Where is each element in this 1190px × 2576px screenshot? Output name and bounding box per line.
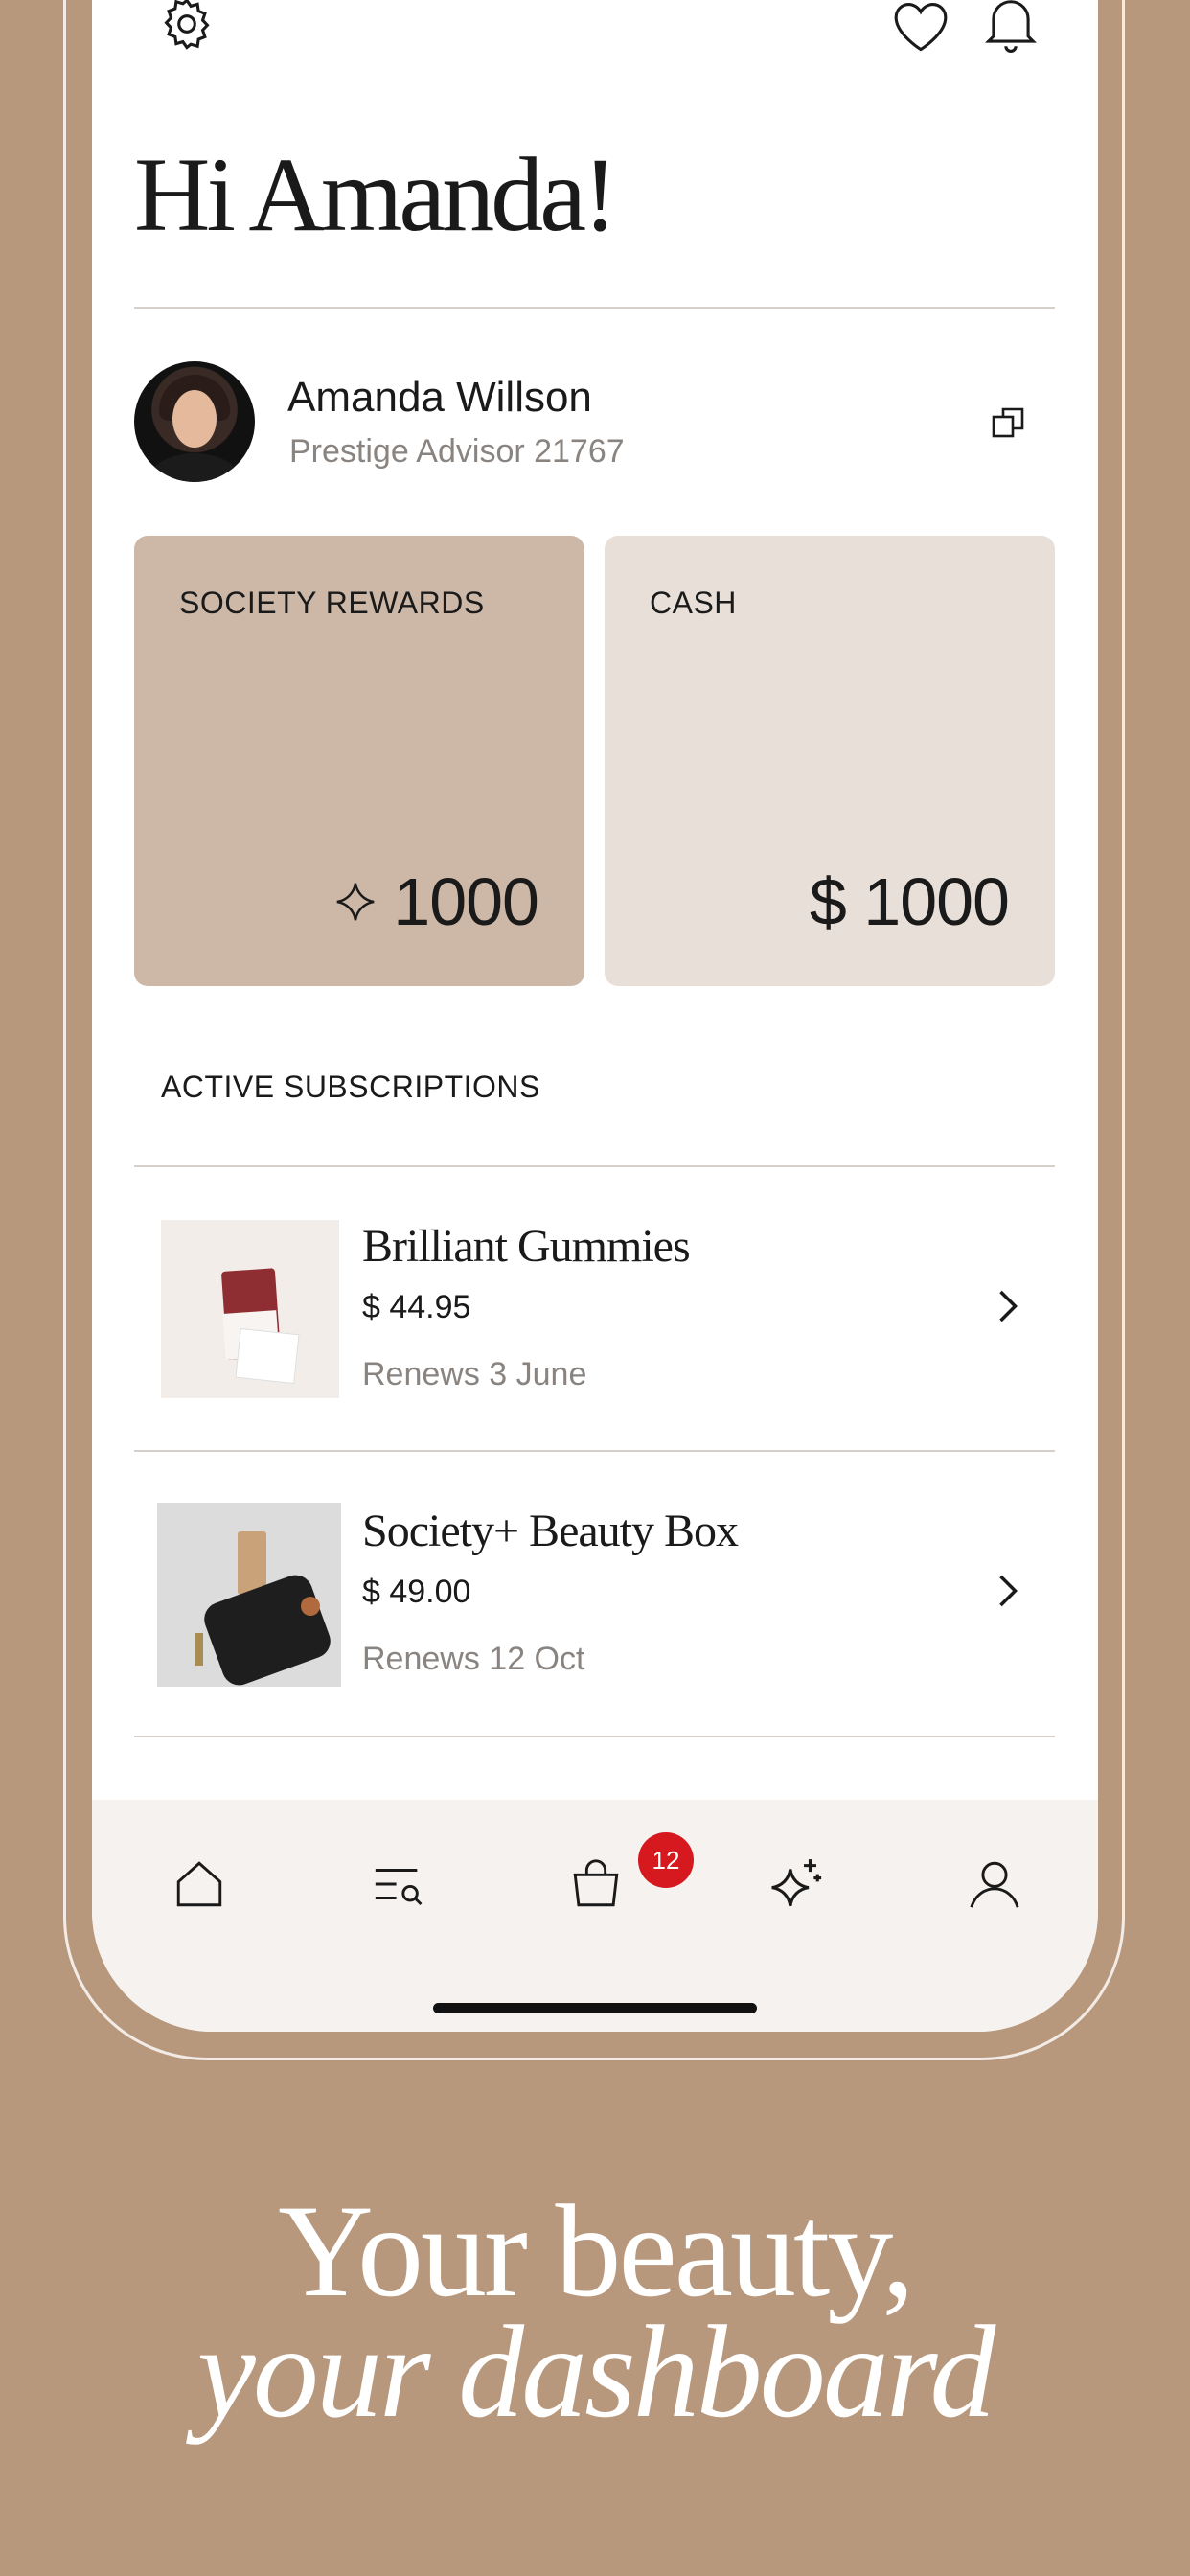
tab-home[interactable] [165, 1850, 234, 1919]
heart-icon[interactable] [887, 0, 954, 59]
app-screen: Hi Amanda! Amanda Willson Prestige Advis… [92, 0, 1098, 2032]
tab-rewards[interactable] [761, 1850, 830, 1919]
avatar[interactable] [134, 361, 255, 482]
tab-bag[interactable] [561, 1850, 630, 1919]
subscription-price: $ 44.95 [362, 1289, 471, 1325]
tagline-line2: your dashboard [196, 2298, 996, 2445]
bag-count-badge: 12 [638, 1832, 694, 1888]
divider [134, 1736, 1055, 1737]
cash-card[interactable]: CASH $ 1000 [605, 536, 1055, 986]
profile-subtitle: Prestige Advisor 21767 [289, 433, 625, 470]
tab-bar: 12 [92, 1800, 1098, 2032]
bell-icon[interactable] [977, 0, 1044, 58]
bag-icon [573, 1859, 619, 1907]
brilliant-gummies-thumbnail [161, 1220, 339, 1398]
chevron-right-icon [999, 1575, 1018, 1607]
tab-account[interactable] [960, 1850, 1029, 1919]
subscription-renewal: Renews 12 Oct [362, 1641, 585, 1677]
sparkle-icon [336, 883, 375, 921]
user-icon [970, 1861, 1019, 1908]
divider [134, 307, 1055, 309]
search-list-icon [375, 1869, 423, 1906]
society-rewards-card[interactable]: SOCIETY REWARDS 1000 [134, 536, 584, 986]
subscription-row[interactable]: Brilliant Gummies $ 44.95 Renews 3 June [134, 1166, 1055, 1450]
subscription-name: Brilliant Gummies [362, 1221, 691, 1272]
home-indicator [433, 2003, 757, 2013]
subscriptions-title: ACTIVE SUBSCRIPTIONS [161, 1070, 540, 1104]
cash-value: $ 1000 [809, 864, 1010, 939]
rewards-card-value-row: 1000 [333, 863, 539, 940]
rewards-value: 1000 [393, 864, 539, 939]
home-icon [176, 1861, 222, 1907]
chevron-right-icon [999, 1290, 1018, 1322]
beauty-box-thumbnail [157, 1503, 341, 1687]
subscription-price: $ 49.00 [362, 1574, 471, 1610]
subscription-name: Society+ Beauty Box [362, 1506, 739, 1556]
tab-browse[interactable] [364, 1850, 433, 1919]
copy-icon[interactable] [987, 401, 1031, 445]
settings-gear-icon[interactable] [153, 0, 220, 58]
rewards-card-label: SOCIETY REWARDS [179, 586, 485, 620]
greeting-title: Hi Amanda! [134, 136, 618, 253]
subscription-row[interactable]: Society+ Beauty Box $ 49.00 Renews 12 Oc… [134, 1451, 1055, 1735]
cash-card-label: CASH [650, 586, 737, 620]
sparkle-icon [771, 1859, 822, 1907]
profile-name: Amanda Willson [287, 374, 592, 421]
subscription-renewal: Renews 3 June [362, 1356, 587, 1392]
